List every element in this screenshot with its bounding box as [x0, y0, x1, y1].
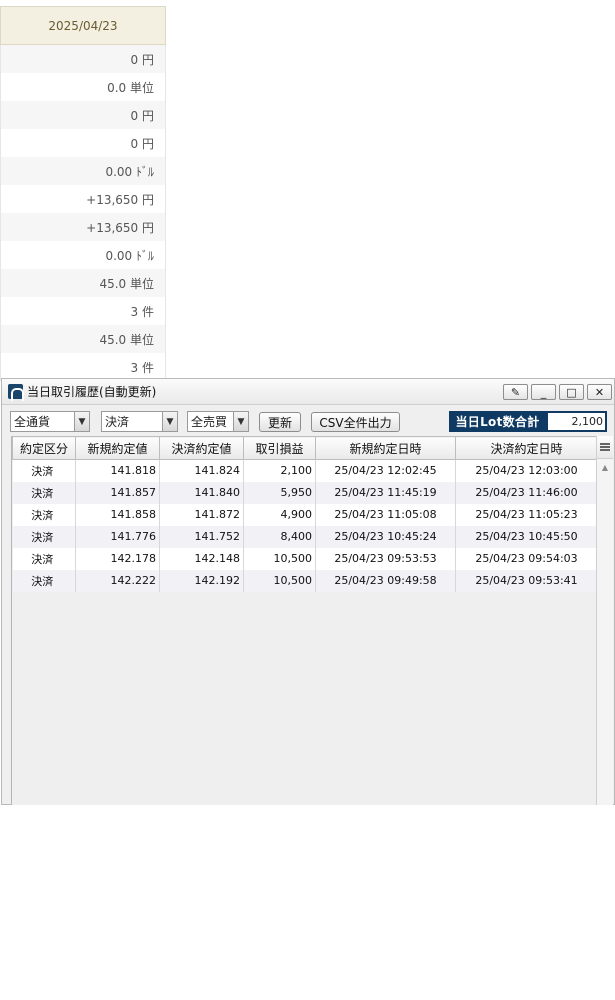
table-cell: 25/04/23 11:46:00: [455, 481, 598, 504]
table-cell: 141.776: [75, 525, 160, 548]
csv-export-button[interactable]: CSV全件出力: [311, 412, 400, 432]
table-cell: 25/04/23 09:49:58: [315, 569, 456, 592]
table-cell: 8,400: [243, 525, 316, 548]
table-row[interactable]: 決済 141.818 141.824 2,100 25/04/23 12:02:45 25…: [12, 459, 598, 482]
table-row[interactable]: 決済 141.858 141.872 4,900 25/04/23 11:05:08 25…: [12, 503, 598, 526]
table-cell: 25/04/23 09:54:03: [455, 547, 598, 570]
table-cell: 141.858: [75, 503, 160, 526]
table-cell: 25/04/23 11:05:23: [455, 503, 598, 526]
column-header[interactable]: 決済約定値: [159, 436, 244, 460]
table-cell: 5,950: [243, 481, 316, 504]
close-button[interactable]: ✕: [587, 384, 612, 400]
summary-value-row: 0 円: [0, 101, 166, 129]
minimize-icon: _: [540, 385, 547, 399]
currency-filter-value: 全通貨: [14, 415, 51, 429]
table-cell: 142.178: [75, 547, 160, 570]
minimize-button[interactable]: _: [531, 384, 556, 400]
summary-value-row: 3 件: [0, 297, 166, 325]
column-header[interactable]: 決済約定日時: [455, 436, 598, 460]
table-cell: 決済: [12, 503, 76, 526]
column-header[interactable]: 約定区分: [12, 436, 76, 460]
table-cell: 141.824: [159, 459, 244, 482]
summary-value-row: +13,650 円: [0, 185, 166, 213]
summary-date-header: 2025/04/23: [0, 6, 166, 45]
daily-lot-total-label: 当日Lot数合計: [449, 411, 546, 432]
column-header[interactable]: 新規約定日時: [315, 436, 456, 460]
close-icon: ✕: [594, 385, 605, 399]
table-cell: 25/04/23 09:53:53: [315, 547, 456, 570]
app-logo-icon: [8, 384, 24, 401]
table-cell: 4,900: [243, 503, 316, 526]
table-cell: 10,500: [243, 569, 316, 592]
table-cell: 141.840: [159, 481, 244, 504]
chevron-down-icon[interactable]: ▼: [233, 412, 248, 431]
table-header-row: 約定区分 新規約定値 決済約定値 取引損益 新規約定日時 決済約定日時: [12, 436, 598, 460]
trade-history-table: 約定区分 新規約定値 決済約定値 取引損益 新規約定日時 決済約定日時 決済 141.818…: [11, 436, 613, 805]
pin-button[interactable]: ✎: [503, 384, 528, 400]
menu-icon: [600, 443, 610, 451]
table-cell: 25/04/23 10:45:24: [315, 525, 456, 548]
daily-lot-total-value: 2,100: [546, 411, 607, 432]
column-header[interactable]: 取引損益: [243, 436, 316, 460]
vertical-scrollbar[interactable]: ▲: [596, 436, 613, 805]
table-cell: 142.192: [159, 569, 244, 592]
side-filter-value: 全売買: [191, 415, 228, 429]
summary-value-row: 0.0 単位: [0, 73, 166, 101]
chevron-down-icon[interactable]: ▼: [74, 412, 89, 431]
refresh-button[interactable]: 更新: [259, 412, 301, 432]
table-cell: 141.872: [159, 503, 244, 526]
table-cell: 2,100: [243, 459, 316, 482]
summary-panel: 2025/04/23 0 円 0.0 単位 0 円0 円 0.00 ﾄﾞﾙ +13,65…: [0, 6, 166, 381]
scroll-up-icon[interactable]: ▲: [597, 459, 613, 475]
column-header[interactable]: 新規約定値: [75, 436, 160, 460]
table-cell: 141.818: [75, 459, 160, 482]
table-cell: 25/04/23 11:05:08: [315, 503, 456, 526]
trade-history-window: 当日取引履歴(自動更新) ✎ _ □ ✕ 全通貨 ▼ 決済 ▼ 全売買 ▼ 更新…: [1, 378, 615, 805]
summary-value-row: 0 円: [0, 129, 166, 157]
table-cell: 決済: [12, 459, 76, 482]
type-filter-value: 決済: [105, 415, 130, 429]
table-cell: 10,500: [243, 547, 316, 570]
summary-value-row: 0 円: [0, 45, 166, 73]
window-titlebar[interactable]: 当日取引履歴(自動更新) ✎ _ □ ✕: [2, 379, 614, 405]
summary-value-row: 0.00 ﾄﾞﾙ: [0, 241, 166, 269]
table-cell: 決済: [12, 525, 76, 548]
table-row[interactable]: 決済 141.776 141.752 8,400 25/04/23 10:45:24 25…: [12, 525, 598, 548]
table-cell: 決済: [12, 569, 76, 592]
table-cell: 25/04/23 12:02:45: [315, 459, 456, 482]
table-cell: 25/04/23 11:45:19: [315, 481, 456, 504]
table-row[interactable]: 決済 141.857 141.840 5,950 25/04/23 11:45:19 25…: [12, 481, 598, 504]
chevron-down-icon[interactable]: ▼: [162, 412, 177, 431]
pin-icon: ✎: [510, 385, 521, 399]
table-cell: 141.752: [159, 525, 244, 548]
table-cell: 25/04/23 09:53:41: [455, 569, 598, 592]
summary-value-row: 0.00 ﾄﾞﾙ: [0, 157, 166, 185]
table-cell: 141.857: [75, 481, 160, 504]
table-cell: 25/04/23 12:03:00: [455, 459, 598, 482]
table-cell: 142.222: [75, 569, 160, 592]
summary-value-row: 3 件: [0, 353, 166, 381]
type-filter-select[interactable]: 決済 ▼: [101, 411, 178, 432]
column-menu-button[interactable]: [597, 436, 613, 459]
table-cell: 142.148: [159, 547, 244, 570]
side-filter-select[interactable]: 全売買 ▼: [187, 411, 249, 432]
maximize-icon: □: [566, 385, 577, 399]
table-cell: 決済: [12, 481, 76, 504]
table-cell: 決済: [12, 547, 76, 570]
window-title: 当日取引履歴(自動更新): [27, 385, 157, 399]
table-row[interactable]: 決済 142.222 142.192 10,500 25/04/23 09:49:58 2…: [12, 569, 598, 592]
summary-value-row: 45.0 単位: [0, 325, 166, 353]
summary-value-row: 45.0 単位: [0, 269, 166, 297]
currency-filter-select[interactable]: 全通貨 ▼: [10, 411, 90, 432]
summary-value-row: +13,650 円: [0, 213, 166, 241]
maximize-button[interactable]: □: [559, 384, 584, 400]
toolbar: 全通貨 ▼ 決済 ▼ 全売買 ▼ 更新 CSV全件出力 当日Lot数合計 2,1…: [2, 407, 614, 437]
table-cell: 25/04/23 10:45:50: [455, 525, 598, 548]
table-row[interactable]: 決済 142.178 142.148 10,500 25/04/23 09:53:53 2…: [12, 547, 598, 570]
